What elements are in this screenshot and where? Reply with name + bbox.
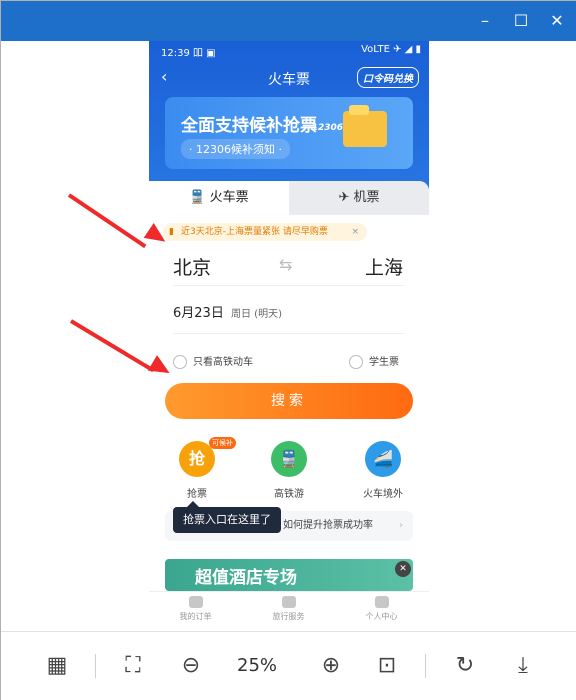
chevron-right-icon: ›	[399, 520, 403, 531]
bottom-tabbar: 我的订单 旅行服务 个人中心	[149, 591, 429, 629]
annotation-arrow-shaft	[69, 319, 155, 373]
notice-close-icon[interactable]: ×	[351, 223, 359, 241]
layout-icon[interactable]: ▦	[39, 650, 75, 682]
zoom-out-icon[interactable]: ⊖	[173, 650, 209, 682]
zoom-level: 25%	[237, 655, 278, 676]
radio-icon	[349, 355, 363, 369]
viewer-toolbar: ▦ ⛶ ⊖ 25% ⊕ ⊡ ↻ ⤓	[1, 631, 576, 700]
close-button[interactable]: ✕	[545, 9, 569, 33]
separator	[425, 654, 426, 678]
banner-number: 12306	[311, 123, 343, 133]
code-exchange-button[interactable]: 口令码兑换	[357, 67, 419, 88]
to-station[interactable]: 上海	[365, 253, 403, 280]
waitlist-badge: 可候补	[209, 437, 236, 449]
orders-icon	[188, 596, 203, 608]
feature-label: 抢票	[187, 489, 207, 500]
divider	[173, 333, 405, 334]
ticket-tabs: 🚆 火车票 ✈ 机票	[149, 181, 429, 215]
feature-label: 高铁游	[274, 489, 304, 500]
maximize-button[interactable]: ☐	[509, 9, 533, 33]
actual-size-icon[interactable]: ⊡	[369, 650, 405, 682]
annotation-arrow-shaft	[67, 193, 147, 249]
promo-banner[interactable]: 全面支持候补抢票 · 12306候补须知 · 12306	[165, 97, 413, 169]
image-viewer-window: – ☐ ✕ 12:39 吅 ▣ VoLTE ✈ ◢ ▮ ‹ 火车票 口令码兑换 …	[0, 0, 576, 700]
feature-grab-ticket[interactable]: 抢 可候补 抢票	[157, 437, 237, 500]
download-icon[interactable]: ⤓	[505, 650, 541, 682]
bullet-train-icon: 🚄	[365, 441, 401, 477]
zoom-in-icon[interactable]: ⊕	[313, 650, 349, 682]
ad-text: 超值酒店专场	[195, 568, 297, 588]
notice-text: 近3天北京-上海票量紧张 请尽早购票	[181, 227, 328, 237]
travel-weekday: 周日 (明天)	[231, 309, 282, 320]
fit-screen-icon[interactable]: ⛶	[115, 650, 151, 682]
radio-icon	[173, 355, 187, 369]
hsr-only-label: 只看高铁动车	[193, 357, 253, 368]
ticket-notice: ▮ 近3天北京-上海票量紧张 请尽早购票 ×	[163, 223, 367, 241]
search-button[interactable]: 搜索	[165, 383, 413, 419]
tab-flight[interactable]: ✈ 机票	[289, 181, 429, 215]
tabbar-item-services[interactable]: 旅行服务	[242, 596, 335, 622]
tabbar-label: 个人中心	[365, 612, 398, 621]
nav-bar: ‹ 火车票 口令码兑换	[149, 63, 429, 93]
hsr-only-checkbox[interactable]: 只看高铁动车	[173, 353, 253, 369]
banner-headline: 全面支持候补抢票	[181, 116, 317, 136]
status-time: 12:39 吅 ▣	[161, 48, 216, 59]
grab-ticket-tooltip: 抢票入口在这里了	[173, 501, 281, 533]
tab-train[interactable]: 🚆 火车票	[149, 181, 289, 215]
window-titlebar: – ☐ ✕	[1, 1, 576, 41]
student-ticket-checkbox[interactable]: 学生票	[349, 353, 399, 369]
services-icon	[281, 596, 296, 608]
profile-icon	[374, 596, 389, 608]
banner-subtitle: · 12306候补须知 ·	[181, 139, 290, 159]
phone-screenshot: 12:39 吅 ▣ VoLTE ✈ ◢ ▮ ‹ 火车票 口令码兑换 全面支持候补…	[149, 41, 429, 629]
travel-date[interactable]: 6月23日	[173, 302, 224, 321]
tabbar-label: 旅行服务	[272, 612, 305, 621]
tabbar-item-orders[interactable]: 我的订单	[149, 596, 242, 622]
feature-label: 火车境外	[363, 489, 403, 500]
tabbar-label: 我的订单	[179, 612, 212, 621]
booking-card: 🚆 火车票 ✈ 机票 ▮ 近3天北京-上海票量紧张 请尽早购票 × 北京 ⇆ 上…	[149, 181, 429, 591]
rotate-icon[interactable]: ↻	[447, 650, 483, 682]
ticket-tag-icon	[349, 105, 369, 115]
minimize-button[interactable]: –	[473, 9, 497, 33]
chart-icon: ▮	[169, 227, 174, 237]
ticket-icon	[343, 111, 387, 147]
feature-overseas-train[interactable]: 🚄 火车境外	[343, 441, 423, 500]
tabbar-item-profile[interactable]: 个人中心	[335, 596, 428, 622]
swap-icon[interactable]: ⇆	[279, 255, 292, 274]
status-bar: 12:39 吅 ▣ VoLTE ✈ ◢ ▮	[149, 41, 429, 61]
image-canvas: 12:39 吅 ▣ VoLTE ✈ ◢ ▮ ‹ 火车票 口令码兑换 全面支持候补…	[1, 41, 576, 631]
separator	[95, 654, 96, 678]
from-station[interactable]: 北京	[173, 253, 211, 280]
status-icons: VoLTE ✈ ◢ ▮	[361, 44, 421, 55]
student-ticket-label: 学生票	[369, 357, 399, 368]
ad-close-icon[interactable]: ✕	[395, 561, 411, 577]
feature-hsr-travel[interactable]: 🚆 高铁游	[249, 441, 329, 500]
train-icon: 🚆	[271, 441, 307, 477]
help-text: 如何提升抢票成功率	[283, 520, 373, 531]
hotel-ad-banner[interactable]: 超值酒店专场 ✕	[165, 559, 413, 591]
divider	[173, 285, 405, 286]
